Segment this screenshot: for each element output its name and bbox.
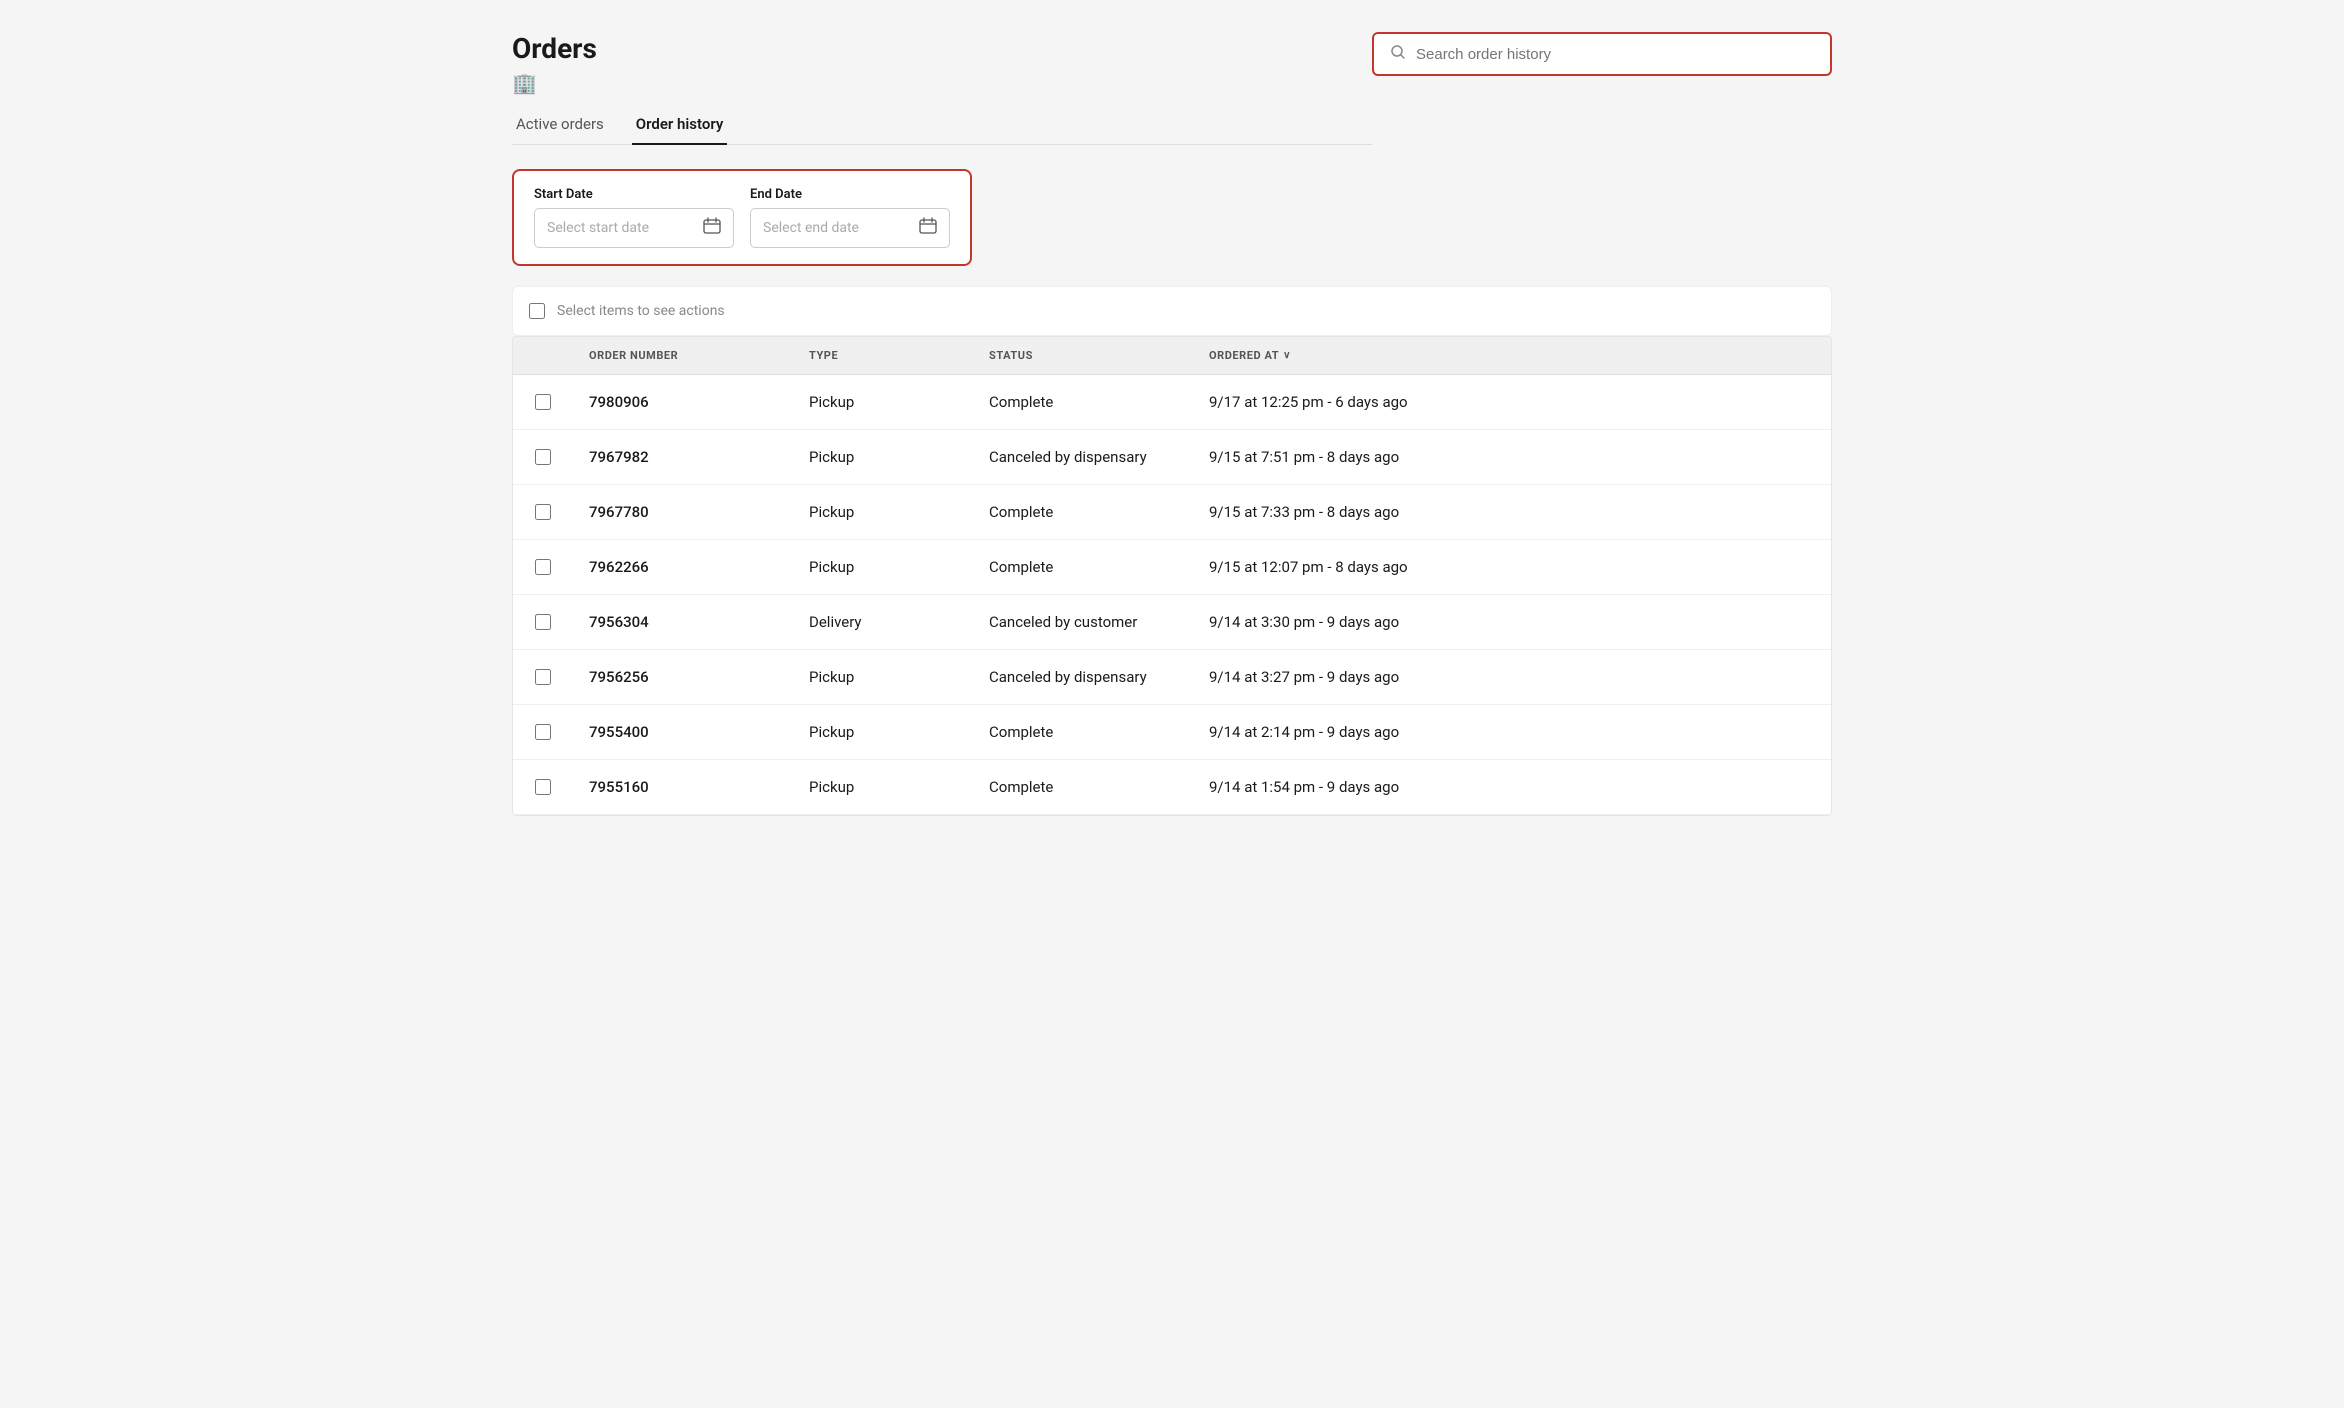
orders-table: ORDER NUMBER TYPE STATUS ORDERED AT ∨ 79… <box>512 336 1832 816</box>
order-type: Pickup <box>793 778 973 796</box>
tab-order-history[interactable]: Order history <box>632 105 728 145</box>
end-date-label: End Date <box>750 187 950 202</box>
order-number: 7967982 <box>573 448 793 466</box>
start-date-field: Start Date Select start date <box>534 187 734 248</box>
table-row[interactable]: 7980906 Pickup Complete 9/17 at 12:25 pm… <box>513 375 1831 430</box>
search-box[interactable] <box>1372 32 1832 76</box>
order-type: Delivery <box>793 613 973 631</box>
row-checkbox[interactable] <box>535 779 551 795</box>
tabs-container: Active orders Order history <box>512 105 1372 145</box>
start-date-input[interactable]: Select start date <box>534 208 734 248</box>
order-number: 7956256 <box>573 668 793 686</box>
order-number: 7955160 <box>573 778 793 796</box>
row-checkbox[interactable] <box>535 449 551 465</box>
tab-active-orders[interactable]: Active orders <box>512 105 608 145</box>
end-date-input[interactable]: Select end date <box>750 208 950 248</box>
order-date: 9/14 at 1:54 pm - 9 days ago <box>1193 778 1831 796</box>
start-date-calendar-icon <box>703 217 721 239</box>
order-number: 7962266 <box>573 558 793 576</box>
order-date: 9/14 at 3:27 pm - 9 days ago <box>1193 668 1831 686</box>
table-row[interactable]: 7962266 Pickup Complete 9/15 at 12:07 pm… <box>513 540 1831 595</box>
store-icon: 🏢 <box>512 71 1372 95</box>
search-input[interactable] <box>1416 46 1814 63</box>
row-checkbox[interactable] <box>535 504 551 520</box>
row-checkbox-cell <box>513 504 573 520</box>
order-number: 7980906 <box>573 393 793 411</box>
order-date: 9/14 at 2:14 pm - 9 days ago <box>1193 723 1831 741</box>
order-date: 9/14 at 3:30 pm - 9 days ago <box>1193 613 1831 631</box>
order-status: Complete <box>973 558 1193 576</box>
table-row[interactable]: 7967982 Pickup Canceled by dispensary 9/… <box>513 430 1831 485</box>
th-checkbox <box>513 349 573 362</box>
row-checkbox-cell <box>513 449 573 465</box>
date-filter-container: Start Date Select start date End Date Se… <box>512 169 972 266</box>
order-type: Pickup <box>793 668 973 686</box>
end-date-field: End Date Select end date <box>750 187 950 248</box>
order-type: Pickup <box>793 503 973 521</box>
th-order-number: ORDER NUMBER <box>573 349 793 362</box>
row-checkbox-cell <box>513 724 573 740</box>
row-checkbox[interactable] <box>535 614 551 630</box>
order-date: 9/15 at 7:33 pm - 8 days ago <box>1193 503 1831 521</box>
row-checkbox[interactable] <box>535 394 551 410</box>
order-type: Pickup <box>793 448 973 466</box>
select-all-checkbox[interactable] <box>529 303 545 319</box>
end-date-calendar-icon <box>919 217 937 239</box>
order-status: Complete <box>973 723 1193 741</box>
order-type: Pickup <box>793 393 973 411</box>
order-number: 7955400 <box>573 723 793 741</box>
order-status: Canceled by customer <box>973 613 1193 631</box>
row-checkbox[interactable] <box>535 669 551 685</box>
row-checkbox-cell <box>513 614 573 630</box>
row-checkbox-cell <box>513 779 573 795</box>
table-row[interactable]: 7967780 Pickup Complete 9/15 at 7:33 pm … <box>513 485 1831 540</box>
table-row[interactable]: 7956304 Delivery Canceled by customer 9/… <box>513 595 1831 650</box>
order-status: Canceled by dispensary <box>973 668 1193 686</box>
table-row[interactable]: 7956256 Pickup Canceled by dispensary 9/… <box>513 650 1831 705</box>
th-ordered-at[interactable]: ORDERED AT ∨ <box>1193 349 1831 362</box>
order-status: Complete <box>973 778 1193 796</box>
start-date-label: Start Date <box>534 187 734 202</box>
actions-label: Select items to see actions <box>557 303 725 319</box>
order-date: 9/17 at 12:25 pm - 6 days ago <box>1193 393 1831 411</box>
order-date: 9/15 at 12:07 pm - 8 days ago <box>1193 558 1831 576</box>
page-title: Orders <box>512 32 1372 65</box>
order-date: 9/15 at 7:51 pm - 8 days ago <box>1193 448 1831 466</box>
th-type: TYPE <box>793 349 973 362</box>
order-type: Pickup <box>793 723 973 741</box>
order-number: 7967780 <box>573 503 793 521</box>
actions-row: Select items to see actions <box>512 286 1832 336</box>
order-number: 7956304 <box>573 613 793 631</box>
row-checkbox-cell <box>513 669 573 685</box>
row-checkbox-cell <box>513 394 573 410</box>
table-header: ORDER NUMBER TYPE STATUS ORDERED AT ∨ <box>513 337 1831 375</box>
table-row[interactable]: 7955400 Pickup Complete 9/14 at 2:14 pm … <box>513 705 1831 760</box>
order-status: Complete <box>973 503 1193 521</box>
order-status: Canceled by dispensary <box>973 448 1193 466</box>
search-icon <box>1390 44 1406 64</box>
order-status: Complete <box>973 393 1193 411</box>
start-date-placeholder: Select start date <box>547 220 649 236</box>
row-checkbox-cell <box>513 559 573 575</box>
sort-icon: ∨ <box>1283 350 1291 361</box>
row-checkbox[interactable] <box>535 559 551 575</box>
table-row[interactable]: 7955160 Pickup Complete 9/14 at 1:54 pm … <box>513 760 1831 815</box>
th-status: STATUS <box>973 349 1193 362</box>
order-type: Pickup <box>793 558 973 576</box>
end-date-placeholder: Select end date <box>763 220 859 236</box>
row-checkbox[interactable] <box>535 724 551 740</box>
